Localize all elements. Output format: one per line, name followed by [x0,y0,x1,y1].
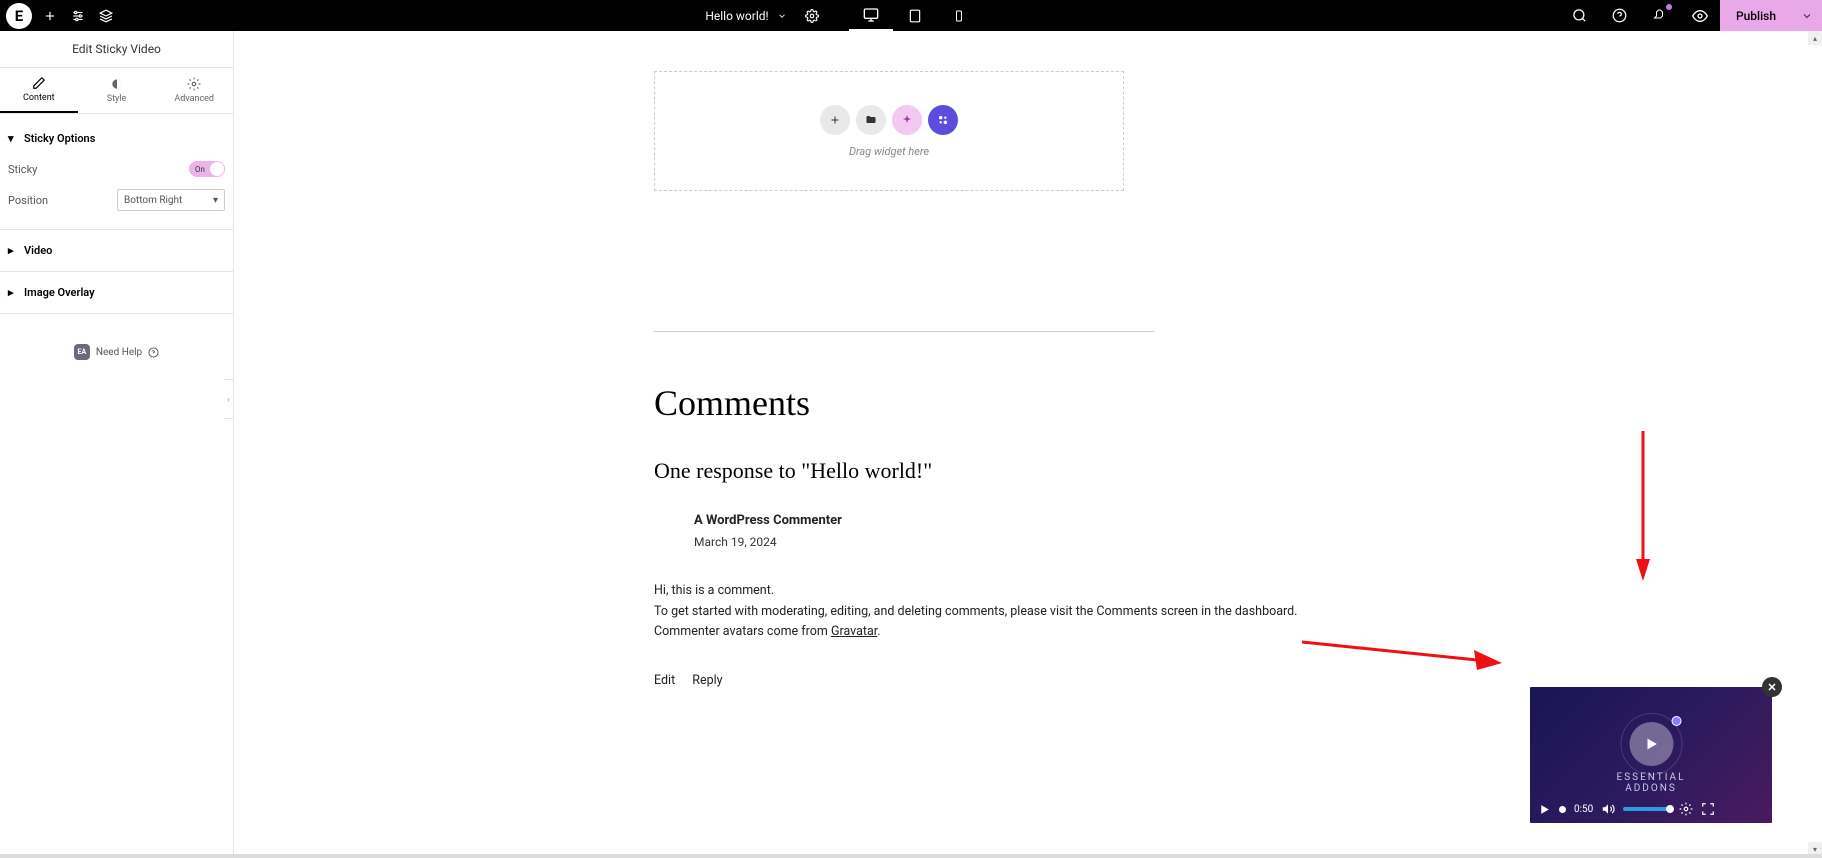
comment-date[interactable]: March 19, 2024 [694,533,1434,553]
settings-button[interactable] [1679,802,1693,816]
section-sticky-options: ▾ Sticky Options Sticky On Position Bott… [0,114,233,230]
drop-zone-buttons [820,105,958,135]
device-desktop[interactable] [849,0,893,31]
chevron-down-icon [777,11,787,21]
ai-button[interactable] [892,105,922,135]
drop-zone[interactable]: Drag widget here [654,71,1124,191]
gear-icon [187,77,201,91]
tab-advanced[interactable]: Advanced [155,68,233,113]
tab-content[interactable]: Content [0,68,78,113]
search-icon[interactable] [1560,0,1600,31]
video-time: 0:50 [1574,804,1593,815]
bottom-strip [0,854,1822,858]
control-position: Position Bottom Right ▾ [8,183,225,217]
device-tabs [849,0,981,31]
canvas-inner: Drag widget here Comments One response t… [654,31,1434,752]
page-selector[interactable]: Hello world! [695,0,828,31]
position-label: Position [8,194,48,207]
close-sticky-video[interactable]: ✕ [1762,677,1782,697]
comments-heading: Comments [654,382,1434,424]
style-icon [110,77,124,91]
plus-icon [829,114,841,126]
add-element-icon[interactable] [40,6,60,26]
topbar: E Hello world! [0,0,1822,31]
sidebar: Edit Sticky Video Content Style Advanced… [0,31,234,858]
gravatar-link[interactable]: Gravatar [831,624,877,639]
volume-button[interactable] [1601,802,1615,816]
video-controls: 0:50 [1530,795,1772,823]
settings-sliders-icon[interactable] [68,6,88,26]
topbar-right: Publish [1560,0,1822,31]
progress-indicator[interactable] [1559,806,1566,813]
volume-slider[interactable] [1623,807,1671,811]
sticky-label: Sticky [8,163,37,176]
topbar-center: Hello world! [116,0,1560,31]
need-help-link[interactable]: EA Need Help [0,344,233,360]
publish-button[interactable]: Publish [1720,0,1792,31]
chevron-down-icon: ▾ [213,195,218,206]
divider [654,331,1154,332]
publish-dropdown[interactable] [1792,0,1822,31]
sparkle-icon [901,114,913,126]
comment-item: A WordPress Commenter March 19, 2024 Hi,… [654,510,1434,692]
section-image-overlay[interactable]: ▸ Image Overlay [0,272,233,314]
preview-icon[interactable] [1680,0,1720,31]
section-title-sticky-options[interactable]: ▾ Sticky Options [8,126,225,155]
scroll-up-button[interactable]: ▴ [1808,31,1822,45]
device-tablet[interactable] [893,0,937,31]
add-widget-button[interactable] [820,105,850,135]
notifications-icon[interactable] [1640,0,1680,31]
help-icon[interactable] [1600,0,1640,31]
layers-icon[interactable] [96,6,116,26]
essential-blocks-button[interactable] [928,105,958,135]
template-library-button[interactable] [856,105,886,135]
sticky-toggle[interactable]: On [189,161,225,177]
video-overlay: ESSENTIAL ADDONS [1591,722,1712,794]
ea-badge: EA [74,344,90,360]
help-circle-icon [148,347,159,358]
tab-style[interactable]: Style [78,68,156,113]
sticky-video-player[interactable]: ✕ ESSENTIAL ADDONS 0:50 [1530,687,1772,823]
elementor-logo[interactable]: E [6,3,32,29]
device-mobile[interactable] [937,0,981,31]
play-button[interactable] [1538,803,1551,816]
comment-text: Hi, this is a comment. To get started wi… [654,581,1434,643]
response-heading: One response to "Hello world!" [654,458,1434,484]
caret-right-icon: ▸ [8,244,18,257]
drop-zone-hint: Drag widget here [849,145,929,158]
fullscreen-button[interactable] [1701,802,1715,816]
section-video[interactable]: ▸ Video [0,230,233,272]
caret-down-icon: ▾ [8,132,18,145]
sidebar-title: Edit Sticky Video [0,31,233,68]
pencil-icon [32,76,46,90]
topbar-left: E [0,3,116,29]
commenter-name[interactable]: A WordPress Commenter [694,510,1434,531]
sidebar-tabs: Content Style Advanced [0,68,233,114]
comment-actions: Edit Reply [654,671,1434,692]
control-sticky: Sticky On [8,155,225,183]
reply-link[interactable]: Reply [692,673,722,688]
folder-icon [865,114,877,126]
caret-right-icon: ▸ [8,286,18,299]
play-overlay-button[interactable] [1629,722,1673,766]
page-title-label: Hello world! [705,9,768,23]
collapse-sidebar-handle[interactable]: ‹ [224,379,234,419]
play-icon [1643,736,1659,752]
notification-dot [1666,4,1672,10]
edit-link[interactable]: Edit [654,673,675,688]
sparkle-decoration [1671,716,1681,726]
gear-icon[interactable] [805,9,819,23]
blocks-icon [936,113,950,127]
position-select[interactable]: Bottom Right ▾ [117,189,225,211]
video-brand-text: ESSENTIAL ADDONS [1591,772,1712,794]
